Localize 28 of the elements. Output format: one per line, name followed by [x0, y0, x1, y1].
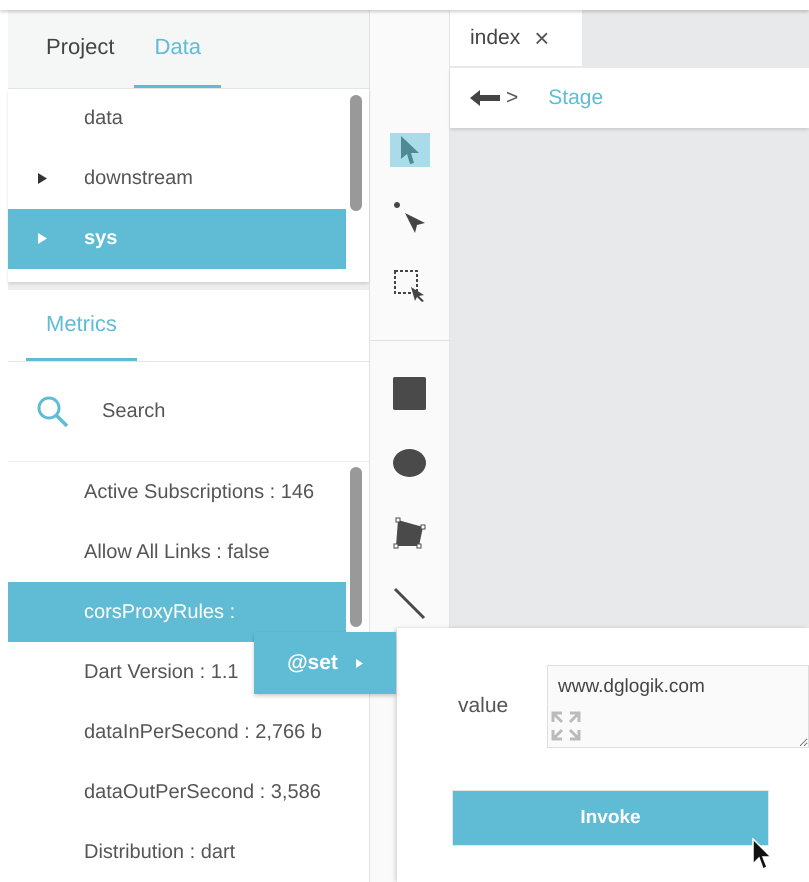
- breadcrumb-separator: >: [506, 86, 518, 110]
- field-label: value: [457, 693, 510, 718]
- close-icon[interactable]: ×: [534, 22, 550, 54]
- rectangle-icon: [393, 376, 426, 410]
- ellipse-icon: [393, 449, 426, 477]
- panel-tab[interactable]: Project: [26, 10, 134, 88]
- value-field[interactable]: www.dglogik.com: [547, 665, 809, 748]
- metric-item[interactable]: Active Subscriptions : 146: [8, 462, 346, 522]
- tree-item[interactable]: data: [8, 88, 346, 149]
- scrollbar[interactable]: [350, 94, 362, 211]
- search-icon: [36, 394, 70, 428]
- back-arrow-icon[interactable]: [470, 89, 500, 107]
- expand-arrow-icon[interactable]: [38, 173, 47, 184]
- marquee-select-icon: [394, 270, 426, 302]
- metric-item[interactable]: dataOutPerSecond : 3,586: [8, 762, 346, 822]
- line-icon: [393, 586, 426, 620]
- metric-item[interactable]: dataInPerSecond : 2,766 b: [8, 702, 346, 762]
- submenu-arrow-icon: [356, 658, 363, 668]
- scrollbar[interactable]: [350, 467, 362, 627]
- point-pointer-icon: [392, 201, 426, 235]
- metric-item[interactable]: Allow All Links : false: [8, 522, 346, 582]
- tree-item[interactable]: downstream: [8, 148, 346, 209]
- polygon-icon: [393, 516, 426, 550]
- pointer-icon: [398, 135, 420, 165]
- tab-title: index: [470, 26, 520, 50]
- document-tab[interactable]: index ×: [450, 10, 582, 66]
- search-field[interactable]: Search: [100, 399, 304, 424]
- metric-item[interactable]: Distribution : dart: [8, 822, 346, 882]
